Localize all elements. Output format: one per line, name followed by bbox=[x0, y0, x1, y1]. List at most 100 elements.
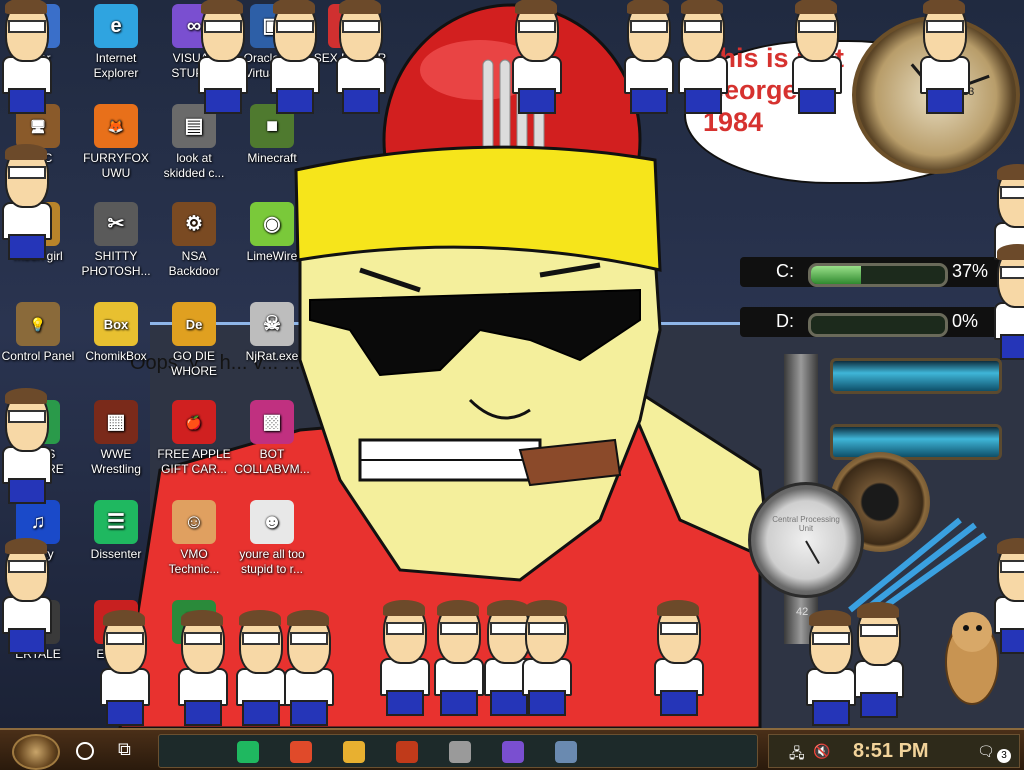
desktop-icon[interactable]: Box ChomikBox bbox=[78, 302, 154, 364]
cartoon-guy-part bbox=[5, 388, 47, 404]
desktop-icon[interactable]: ☺ VMO Technic... bbox=[156, 500, 232, 577]
cartoon-guy-sprite bbox=[334, 0, 386, 114]
cartoon-guy-part bbox=[287, 610, 329, 626]
cartoon-guy-part bbox=[518, 88, 556, 114]
disk-gauge-c-fill bbox=[811, 266, 861, 284]
cartoon-guy-part bbox=[798, 20, 836, 33]
cartoon-guy-part bbox=[812, 632, 850, 645]
desktop-icon[interactable]: ✂ SHITTY PHOTOSH... bbox=[78, 202, 154, 279]
desktop-icon[interactable]: ☠ NjRat.exe bbox=[234, 302, 310, 364]
cartoon-guy-sprite bbox=[652, 600, 704, 716]
taskbar: ⧉ 🖧 🔇 8:51 PM 🗨 3 bbox=[0, 728, 1024, 770]
cartoon-guy-part bbox=[1000, 266, 1024, 279]
cartoon-guy-sprite bbox=[676, 0, 728, 114]
desktop-icon[interactable]: ☻ youre all too stupid to r... bbox=[234, 500, 310, 577]
photos-app[interactable] bbox=[449, 741, 471, 763]
stamp-app[interactable] bbox=[396, 741, 418, 763]
desktop-icon-image: ☰ bbox=[94, 500, 138, 544]
desktop-icon[interactable]: 🍎 FREE APPLE GIFT CAR... bbox=[156, 400, 232, 477]
disk-gauge-d: D: 0% bbox=[740, 307, 1024, 337]
action-center-icon[interactable]: 🗨 bbox=[977, 743, 995, 760]
cartoon-guy-part bbox=[627, 0, 669, 14]
cartoon-guy-part bbox=[657, 600, 699, 616]
cartoon-guy-part bbox=[290, 700, 328, 726]
desktop-icon[interactable]: ⚙ NSA Backdoor bbox=[156, 202, 232, 279]
visual-studio-app[interactable] bbox=[502, 741, 524, 763]
desktop-icon-image: ▩ bbox=[250, 400, 294, 444]
cortana-search-icon[interactable] bbox=[76, 742, 94, 760]
cartoon-guy-part bbox=[386, 622, 424, 635]
desktop-icon[interactable]: ☰ Dissenter bbox=[78, 500, 154, 562]
cartoon-guy-part bbox=[8, 410, 46, 423]
cartoon-guy-part bbox=[926, 88, 964, 114]
cartoon-guy-part bbox=[8, 20, 46, 33]
desktop-icon-label: WWE Wrestling bbox=[91, 447, 141, 476]
cartoon-guy-sprite bbox=[520, 600, 572, 716]
desktop-icon-label: look at skidded c... bbox=[163, 151, 225, 180]
desktop-icon[interactable]: ◉ LimeWire bbox=[234, 202, 310, 264]
desktop-icon[interactable]: De GO DIE WHORE bbox=[156, 302, 232, 379]
desktop-icon[interactable]: 💡 Control Panel bbox=[0, 302, 76, 364]
cartoon-guy-part bbox=[8, 628, 46, 654]
taskbar-app-dock bbox=[158, 734, 758, 768]
cartoon-guy-part bbox=[997, 538, 1024, 554]
cartoon-guy-part bbox=[440, 690, 478, 716]
cartoon-guy-part bbox=[684, 20, 722, 33]
desktop-icon-image: Box bbox=[94, 302, 138, 346]
cartoon-guy-sprite bbox=[196, 0, 248, 114]
desktop-icon-image: ☠ bbox=[250, 302, 294, 346]
cartoon-guy-part bbox=[239, 610, 281, 626]
system-tray: 🖧 🔇 8:51 PM 🗨 3 bbox=[768, 734, 1020, 768]
cartoon-guy-part bbox=[923, 0, 965, 14]
cartoon-guy-part bbox=[528, 690, 566, 716]
cartoon-guy-part bbox=[630, 88, 668, 114]
cartoon-guy-sprite bbox=[268, 0, 320, 114]
desktop-icon[interactable]: ▩ BOT COLLABVM... bbox=[234, 400, 310, 477]
cartoon-guy-part bbox=[5, 144, 47, 160]
desktop-icon[interactable]: 🦊 FURRYFOX UWU bbox=[78, 104, 154, 181]
desktop-icon[interactable]: e Internet Explorer bbox=[78, 4, 154, 81]
cartoon-guy-part bbox=[1000, 628, 1024, 654]
desktop-icon-label: FURRYFOX UWU bbox=[83, 151, 149, 180]
cartoon-guy-sprite bbox=[918, 0, 970, 114]
notification-count-badge: 3 bbox=[997, 749, 1011, 763]
cartoon-guy-part bbox=[518, 20, 556, 33]
desktop-icon-label: Internet Explorer bbox=[93, 51, 139, 80]
cartoon-guy-part bbox=[8, 88, 46, 114]
task-view-icon[interactable]: ⧉ bbox=[118, 739, 131, 760]
desktop-icon-label: FREE APPLE GIFT CAR... bbox=[157, 447, 231, 476]
desktop-icon-label: ChomikBox bbox=[85, 349, 147, 363]
cpu-tube-indicator bbox=[830, 424, 1002, 460]
cartoon-guy-part bbox=[525, 600, 567, 616]
start-button[interactable] bbox=[12, 734, 60, 770]
cartoon-guy-part bbox=[681, 0, 723, 14]
cartoon-guy-part bbox=[440, 622, 478, 635]
cartoon-guy-part bbox=[106, 700, 144, 726]
taskbar-clock[interactable]: 8:51 PM bbox=[853, 740, 929, 763]
cartoon-guy-part bbox=[997, 164, 1024, 180]
cartoon-guy-sprite bbox=[176, 610, 228, 726]
desktop-icon[interactable]: ▤ look at skidded c... bbox=[156, 104, 232, 181]
desktop: Oops, y... h... v... ... t... is been de… bbox=[0, 0, 1024, 728]
cartoon-guy-part bbox=[528, 622, 566, 635]
chrome-app[interactable] bbox=[290, 741, 312, 763]
ram-tube-indicator bbox=[830, 358, 1002, 394]
desktop-icon-label: SHITTY PHOTOSH... bbox=[81, 249, 151, 278]
desktop-icon-image: 🦊 bbox=[94, 104, 138, 148]
keyboard-app[interactable] bbox=[555, 741, 577, 763]
cartoon-guy-part bbox=[860, 692, 898, 718]
desktop-icon[interactable]: ▦ WWE Wrestling bbox=[78, 400, 154, 477]
cartoon-guy-sprite bbox=[0, 538, 52, 654]
dissenter-app[interactable] bbox=[237, 741, 259, 763]
cartoon-guy-part bbox=[437, 600, 479, 616]
file-explorer-app[interactable] bbox=[343, 741, 365, 763]
volume-muted-icon[interactable]: 🔇 bbox=[813, 743, 830, 760]
network-icon[interactable]: 🖧 bbox=[789, 743, 805, 767]
cartoon-guy-part bbox=[515, 0, 557, 14]
cartoon-guy-part bbox=[383, 600, 425, 616]
cartoon-guy-part bbox=[103, 610, 145, 626]
desktop-icon-label: VMO Technic... bbox=[168, 547, 220, 576]
cartoon-guy-part bbox=[857, 602, 899, 618]
cartoon-guy-part bbox=[276, 88, 314, 114]
cartoon-guy-part bbox=[204, 20, 242, 33]
